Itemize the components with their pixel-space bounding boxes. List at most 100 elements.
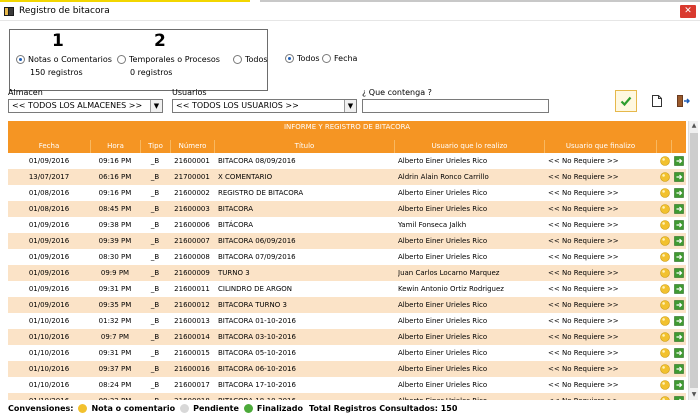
yellow-ball-icon[interactable] <box>660 220 670 230</box>
green-export-icon[interactable] <box>674 364 684 374</box>
cell-titulo: BITACORA 06-10-2016 <box>218 365 296 373</box>
yellow-ball-icon[interactable] <box>660 380 670 390</box>
scroll-down-icon[interactable]: ▼ <box>689 390 699 400</box>
table-row[interactable]: 01/08/2016 08:45 PM _B 21600003 BITACORA Albe… <box>8 201 686 217</box>
cell-usuario-realizo: Alberto Einer Urieles Rico <box>398 157 488 165</box>
yellow-ball-icon[interactable] <box>660 188 670 198</box>
cell-fecha: 01/09/2016 <box>28 301 70 309</box>
radio-temporales[interactable]: Temporales o Procesos <box>117 55 220 64</box>
cell-hora: 09:31 PM <box>98 349 132 357</box>
gray-ball-icon <box>180 403 190 413</box>
cell-titulo: REGISTRO DE BITACORA <box>218 189 304 197</box>
yellow-ball-icon[interactable] <box>660 284 670 294</box>
yellow-ball-icon <box>78 403 88 413</box>
green-export-icon[interactable] <box>674 348 684 358</box>
table-row[interactable]: 01/09/2016 09:39 PM _B 21600007 BITACORA 06/… <box>8 233 686 249</box>
cell-hora: 09:9 PM <box>100 269 130 277</box>
cell-numero: 21600006 <box>174 221 210 229</box>
cell-usuario-finalizo: << No Requiere >> <box>548 301 619 309</box>
yellow-ball-icon[interactable] <box>660 252 670 262</box>
grid-header: INFORME Y REGISTRO DE BITACORA Fecha Hor… <box>8 121 686 153</box>
radio-dot-icon <box>16 55 25 64</box>
legend-pendiente: Pendiente <box>193 403 239 413</box>
cell-tipo: _B <box>150 301 160 309</box>
radio-notas[interactable]: Notas o Comentarios <box>16 55 112 64</box>
yellow-ball-icon[interactable] <box>660 396 670 400</box>
green-export-icon[interactable] <box>674 204 684 214</box>
table-row[interactable]: 01/09/2016 09:35 PM _B 21600012 BITACORA TUR… <box>8 297 686 313</box>
header-numero[interactable]: Número <box>170 140 214 153</box>
exit-button[interactable] <box>672 90 694 112</box>
cell-fecha: 01/10/2016 <box>28 349 70 357</box>
dropdown-arrow-icon[interactable]: ▼ <box>150 100 162 112</box>
green-export-icon[interactable] <box>674 220 684 230</box>
green-export-icon[interactable] <box>674 172 684 182</box>
green-export-icon[interactable] <box>674 252 684 262</box>
table-row[interactable]: 01/10/201609:32 PM_B21600018 BITACORA 18-… <box>8 393 686 400</box>
new-document-button[interactable] <box>646 90 668 112</box>
yellow-ball-icon[interactable] <box>660 332 670 342</box>
table-row[interactable]: 01/10/2016 08:24 PM _B 21600017 BITACORA 17-… <box>8 377 686 393</box>
green-export-icon[interactable] <box>674 188 684 198</box>
cell-usuario-realizo: Alberto Einer Urieles Rico <box>398 205 488 213</box>
yellow-ball-icon[interactable] <box>660 236 670 246</box>
green-export-icon[interactable] <box>674 156 684 166</box>
header-titulo[interactable]: Título <box>214 140 394 153</box>
table-row[interactable]: 13/07/2017 06:16 PM _B 21700001 X COMENTARIO… <box>8 169 686 185</box>
table-row[interactable]: 01/10/2016 09:31 PM _B 21600015 BITACORA 05-… <box>8 345 686 361</box>
yellow-ball-icon[interactable] <box>660 300 670 310</box>
green-export-icon[interactable] <box>674 268 684 278</box>
table-row[interactable]: 01/09/2016 09:16 PM _B 21600001 BITACORA 08/… <box>8 153 686 169</box>
green-export-icon[interactable] <box>674 396 684 400</box>
green-export-icon[interactable] <box>674 300 684 310</box>
yellow-ball-icon[interactable] <box>660 268 670 278</box>
cell-tipo: _B <box>150 269 160 277</box>
accept-button[interactable] <box>615 90 637 112</box>
new-document-icon <box>652 95 662 107</box>
table-row[interactable]: 01/08/2016 09:16 PM _B 21600002 REGISTRO DE … <box>8 185 686 201</box>
header-usuario-finalizo[interactable]: Usuario que finalizo <box>544 140 656 153</box>
cell-titulo: X COMENTARIO <box>218 173 273 181</box>
table-row[interactable]: 01/10/2016 01:32 PM _B 21600013 BITACORA 01-… <box>8 313 686 329</box>
almacen-select[interactable]: << TODOS LOS ALMACENES >> ▼ <box>8 99 163 113</box>
header-hora[interactable]: Hora <box>90 140 140 153</box>
table-row[interactable]: 01/09/2016 08:30 PM _B 21600008 BITACORA 07/… <box>8 249 686 265</box>
cell-numero: 21600013 <box>174 317 210 325</box>
scroll-up-icon[interactable]: ▲ <box>689 121 699 131</box>
yellow-ball-icon[interactable] <box>660 348 670 358</box>
header-fecha[interactable]: Fecha <box>8 140 90 153</box>
table-row[interactable]: 01/09/2016 09:38 PM _B 21600006 BITÁCORA Yami… <box>8 217 686 233</box>
cell-tipo: _B <box>150 253 160 261</box>
green-export-icon[interactable] <box>674 316 684 326</box>
green-export-icon[interactable] <box>674 332 684 342</box>
radio-fecha[interactable]: Fecha <box>322 54 357 63</box>
radio-todos-tipo[interactable]: Todos <box>233 55 268 64</box>
cell-fecha: 01/10/2016 <box>28 317 70 325</box>
cell-usuario-finalizo: << No Requiere >> <box>548 221 619 229</box>
table-row[interactable]: 01/09/2016 09:9 PM _B 21600009 TURNO 3 Juan C… <box>8 265 686 281</box>
header-usuario-realizo[interactable]: Usuario que lo realizo <box>394 140 544 153</box>
contenga-input[interactable] <box>362 99 549 113</box>
green-export-icon[interactable] <box>674 284 684 294</box>
grid-scrollbar[interactable]: ▲ ▼ <box>688 121 698 400</box>
yellow-ball-icon[interactable] <box>660 364 670 374</box>
cell-fecha: 01/08/2016 <box>28 205 70 213</box>
table-row[interactable]: 01/10/2016 09:7 PM _B 21600014 BITACORA 03-1… <box>8 329 686 345</box>
yellow-ball-icon[interactable] <box>660 156 670 166</box>
green-export-icon[interactable] <box>674 380 684 390</box>
table-row[interactable]: 01/10/2016 09:37 PM _B 21600016 BITACORA 06-… <box>8 361 686 377</box>
dropdown-arrow-icon[interactable]: ▼ <box>344 100 356 112</box>
close-button[interactable]: ✕ <box>680 5 696 18</box>
cell-usuario-realizo: Kewin Antonio Ortiz Rodriguez <box>398 285 504 293</box>
yellow-ball-icon[interactable] <box>660 316 670 326</box>
header-tipo[interactable]: Tipo <box>140 140 170 153</box>
yellow-ball-icon[interactable] <box>660 204 670 214</box>
cell-fecha: 01/10/2016 <box>8 393 90 400</box>
usuarios-select[interactable]: << TODOS LOS USUARIOS >> ▼ <box>172 99 357 113</box>
radio-todos[interactable]: Todos <box>285 54 320 63</box>
cell-numero: 21600008 <box>174 253 210 261</box>
scroll-thumb[interactable] <box>690 133 698 388</box>
green-export-icon[interactable] <box>674 236 684 246</box>
yellow-ball-icon[interactable] <box>660 172 670 182</box>
table-row[interactable]: 01/09/2016 09:31 PM _B 21600011 CILINDRO DE … <box>8 281 686 297</box>
